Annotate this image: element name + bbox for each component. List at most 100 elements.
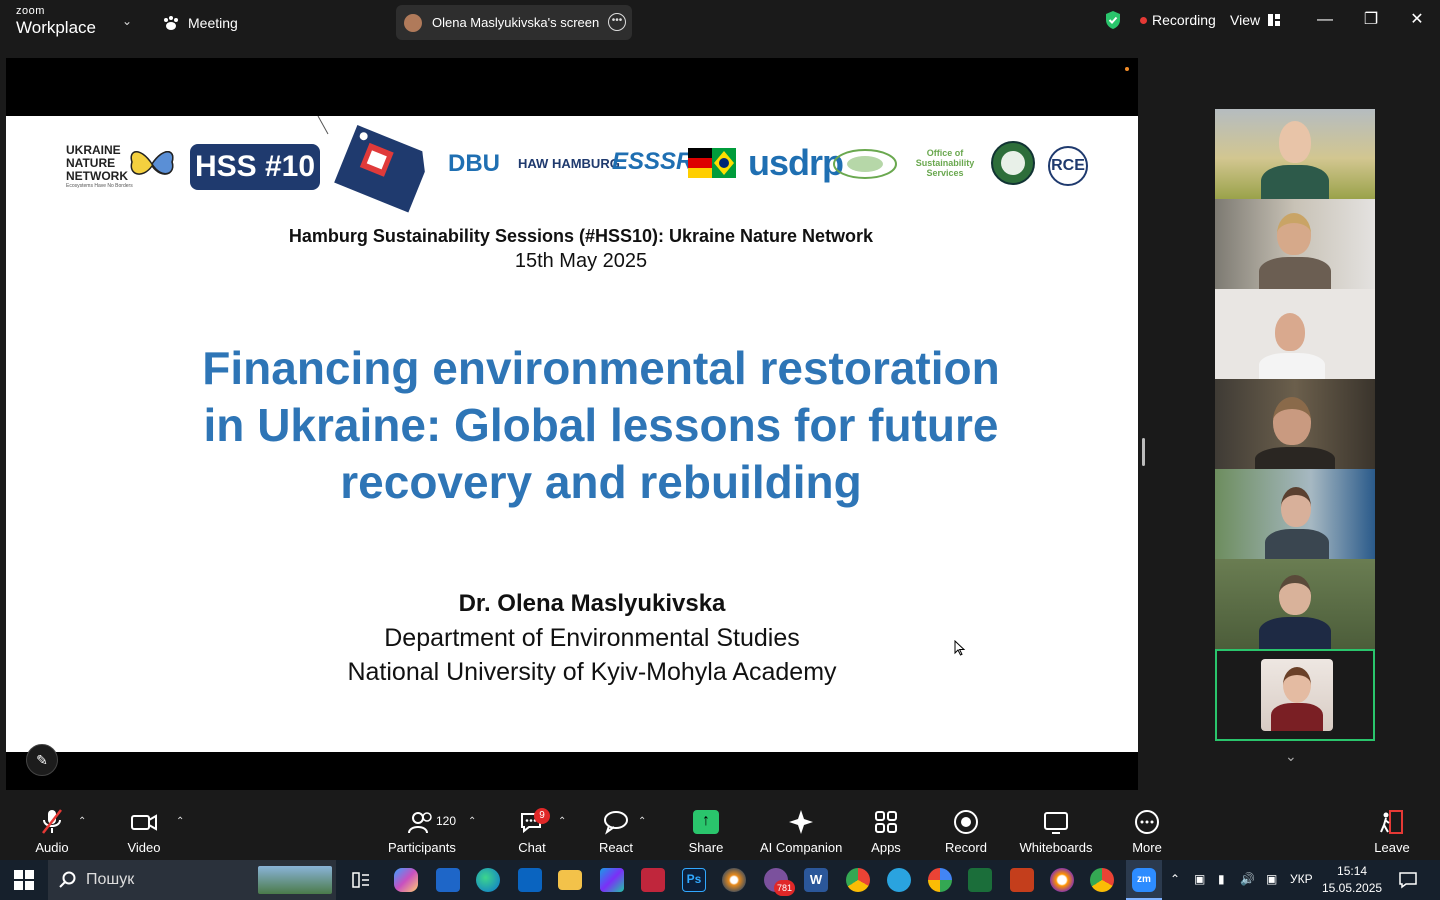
whiteboard-icon <box>1044 812 1068 834</box>
meeting-toolbar: Audio ⌃ Video ⌃ Participants 120 ⌃ Chat … <box>0 800 1440 860</box>
participant-tile[interactable] <box>1215 559 1375 649</box>
record-icon <box>954 810 978 834</box>
ai-companion-button[interactable]: AI Companion <box>760 808 842 855</box>
title-line-1: Financing environmental restoration <box>202 342 1000 394</box>
windows-start-icon[interactable] <box>14 870 34 890</box>
apps-button[interactable]: Apps <box>866 808 906 855</box>
participant-body <box>1261 165 1329 199</box>
participant-tile[interactable] <box>1215 289 1375 379</box>
share-screen-button[interactable]: ↑ Share <box>686 808 726 855</box>
audio-button[interactable]: Audio <box>30 808 74 855</box>
recording-indicator[interactable]: Recording <box>1140 12 1216 28</box>
participant-tile[interactable] <box>1215 469 1375 559</box>
chat-unread-badge: 9 <box>534 808 550 824</box>
chat-label: Chat <box>518 840 546 855</box>
logo-workplace-text: Workplace <box>16 18 96 37</box>
participant-tile-active-speaker[interactable] <box>1215 649 1375 741</box>
close-button[interactable]: ✕ <box>1402 8 1432 32</box>
viber-notification-badge: 781 <box>774 880 796 896</box>
chevron-down-icon[interactable]: ⌄ <box>122 14 132 28</box>
participant-body <box>1265 529 1329 559</box>
media-player-icon[interactable] <box>722 868 746 892</box>
chevron-up-icon[interactable]: ⌃ <box>468 816 476 827</box>
photoshop-icon[interactable]: Ps <box>682 868 706 892</box>
video-label: Video <box>127 840 161 855</box>
annotate-pen-button[interactable]: ✎ <box>26 744 58 776</box>
telegram-icon[interactable] <box>887 868 911 892</box>
network-icon[interactable]: ▣ <box>1266 872 1277 886</box>
sparkle-icon <box>789 810 813 834</box>
screen-share-indicator[interactable]: Olena Maslyukivska's screen ••• <box>396 5 632 40</box>
microsoft-365-icon[interactable] <box>600 868 624 892</box>
taskbar-search-input[interactable]: Пошук <box>48 860 336 900</box>
participants-icon <box>408 812 432 834</box>
video-button[interactable]: Video <box>122 808 166 855</box>
participant-body <box>1259 257 1331 289</box>
participant-face <box>1279 575 1311 615</box>
powerpoint-icon[interactable] <box>1010 868 1034 892</box>
google-icon[interactable] <box>928 868 952 892</box>
viber-icon[interactable]: 781 <box>764 868 796 896</box>
more-dots-icon <box>1135 810 1159 834</box>
chrome-icon[interactable] <box>846 868 870 892</box>
chevron-up-icon[interactable]: ⌃ <box>638 816 646 827</box>
react-label: React <box>599 840 633 855</box>
leave-door-icon <box>1380 810 1403 834</box>
record-button[interactable]: Record <box>944 808 988 855</box>
rce-logo: RCE <box>1048 146 1088 186</box>
dbu-logo: DBU <box>448 150 500 177</box>
participant-tile[interactable] <box>1215 199 1375 289</box>
chrome-profile-icon[interactable] <box>1090 868 1114 892</box>
edge-browser-icon[interactable] <box>476 868 500 892</box>
security-shield-icon[interactable] <box>1104 10 1122 30</box>
webcam-icon[interactable]: ▣ <box>1194 872 1205 886</box>
leave-button[interactable]: Leave <box>1372 808 1412 855</box>
copilot-icon[interactable] <box>394 868 418 892</box>
restore-button[interactable]: ❐ <box>1356 8 1386 32</box>
zoom-icon: zm <box>1132 868 1156 892</box>
participants-button[interactable]: Participants 120 <box>388 808 456 855</box>
microphone-icon[interactable]: ▮ <box>1218 872 1225 886</box>
show-hidden-icons[interactable]: ⌃ <box>1170 872 1180 886</box>
chevron-up-icon[interactable]: ⌃ <box>176 816 184 827</box>
meeting-menu-button[interactable]: Meeting <box>162 12 238 34</box>
browser-icon[interactable] <box>1050 868 1074 892</box>
app-icon[interactable] <box>968 868 992 892</box>
ena-globe-logo <box>833 149 897 179</box>
logo-zoom-text: zoom <box>16 5 45 17</box>
system-clock[interactable]: 15:14 15.05.2025 <box>1322 863 1382 897</box>
react-button[interactable]: React <box>596 808 636 855</box>
whiteboards-button[interactable]: Whiteboards <box>1018 808 1094 855</box>
chevron-up-icon[interactable]: ⌃ <box>558 816 566 827</box>
minimize-button[interactable]: — <box>1310 8 1340 32</box>
reaction-bubble-icon <box>604 811 628 835</box>
notifications-icon[interactable] <box>1398 871 1418 889</box>
chevron-up-icon[interactable]: ⌃ <box>78 816 86 827</box>
slide-subtitle: Hamburg Sustainability Sessions (#HSS10)… <box>288 226 874 246</box>
esssr-logo: ESSSR <box>612 148 694 175</box>
zoom-workplace-logo[interactable]: zoom Workplace <box>16 5 96 37</box>
chevron-down-icon[interactable]: ⌄ <box>1285 748 1297 765</box>
share-arrow-icon: ↑ <box>693 810 719 834</box>
file-explorer-icon[interactable] <box>558 870 582 890</box>
hss10-logo: HSS #10 <box>190 144 320 190</box>
word-icon[interactable]: W <box>804 868 828 892</box>
view-button[interactable]: View <box>1230 12 1281 28</box>
pdf-reader-icon[interactable] <box>641 868 665 892</box>
microsoft-store-icon[interactable] <box>436 868 460 892</box>
chat-button[interactable]: Chat 9 <box>512 808 552 855</box>
grid-view-icon <box>1268 14 1281 26</box>
participant-tile[interactable] <box>1215 109 1375 199</box>
usdrp-logo: usdrp <box>748 142 844 183</box>
outlook-icon[interactable] <box>518 868 542 892</box>
panel-resize-handle[interactable] <box>1142 438 1145 466</box>
more-options-icon[interactable]: ••• <box>608 13 626 31</box>
participant-tile[interactable] <box>1215 379 1375 469</box>
volume-icon[interactable]: 🔊 <box>1240 872 1255 886</box>
keyboard-language[interactable]: УКР <box>1290 872 1313 886</box>
more-button[interactable]: More <box>1126 808 1168 855</box>
zoom-taskbar-icon[interactable]: zm <box>1126 860 1162 900</box>
video-camera-icon <box>131 814 157 831</box>
clock-time: 15:14 <box>1337 864 1368 878</box>
task-view-icon[interactable] <box>349 868 373 892</box>
